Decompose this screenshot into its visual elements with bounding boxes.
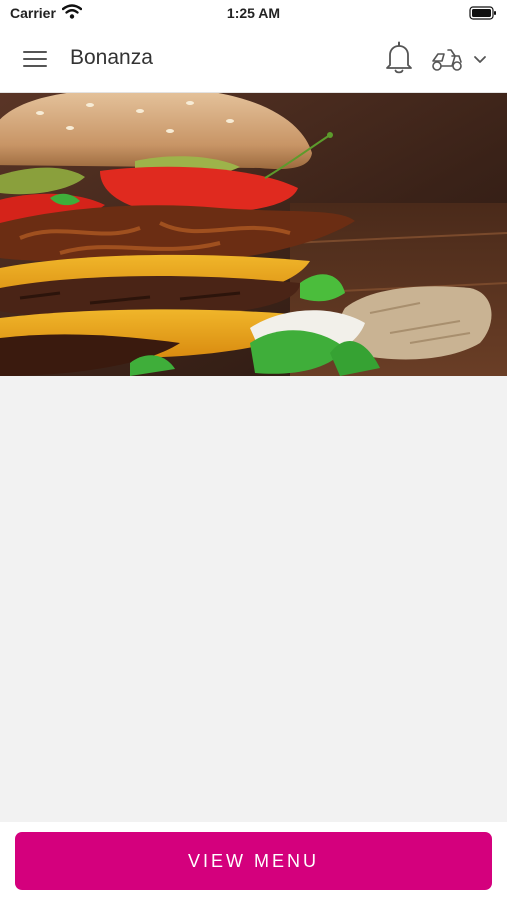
battery-icon [469, 6, 497, 25]
status-bar: Carrier 1:25 AM [0, 0, 507, 26]
delivery-scooter-icon[interactable] [430, 46, 464, 72]
chevron-down-icon[interactable] [472, 53, 488, 65]
view-menu-button[interactable]: VIEW MENU [15, 832, 492, 890]
app-header: Bonanza [0, 26, 507, 93]
restaurant-name: Bonanza [70, 46, 153, 69]
hamburger-menu-icon[interactable] [22, 48, 48, 70]
bottom-action-bar: VIEW MENU [0, 822, 507, 900]
hero-burger-image [0, 93, 507, 376]
bell-icon[interactable] [384, 41, 414, 75]
status-time: 1:25 AM [226, 5, 281, 21]
